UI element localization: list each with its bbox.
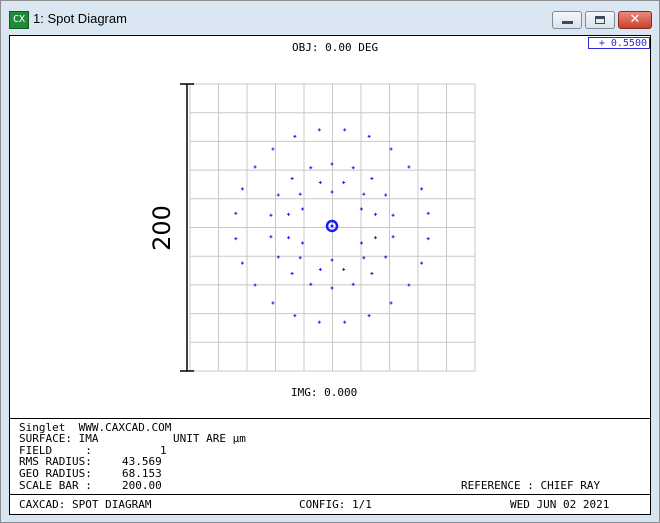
plot-header: OBJ: 0.00 DEG — [292, 41, 379, 54]
spot-point — [420, 187, 424, 191]
spot-point — [240, 187, 244, 191]
spot-point — [330, 162, 334, 166]
app-icon: CX — [9, 11, 29, 29]
spot-point — [290, 271, 294, 275]
spot-point — [407, 165, 411, 169]
scale-bar-label-text: SCALE BAR : — [19, 479, 92, 492]
spot-point — [271, 301, 275, 305]
spot-point — [370, 271, 374, 275]
spot-point — [290, 177, 294, 181]
spot-point — [287, 236, 291, 240]
chief-ray-dot — [330, 224, 334, 228]
scale-bar-label: 200 — [148, 205, 176, 251]
status-config: CONFIG: 1/1 — [299, 498, 372, 511]
spot-point — [420, 261, 424, 265]
spot-point — [318, 181, 322, 185]
status-left: CAXCAD: SPOT DIAGRAM — [19, 498, 152, 511]
close-button[interactable]: ✕ — [618, 11, 652, 29]
spot-point — [391, 235, 395, 239]
spot-point — [359, 241, 363, 245]
spot-point — [287, 212, 291, 216]
spot-point — [330, 286, 334, 290]
maximize-icon — [595, 16, 605, 24]
spot-point — [373, 212, 377, 216]
spot-point — [253, 283, 257, 287]
spot-point — [343, 320, 347, 324]
spot-point — [367, 314, 371, 318]
spot-point — [362, 192, 366, 196]
spot-point — [391, 213, 395, 217]
wavelength-legend: + 0.5500 — [588, 37, 650, 49]
spot-point — [384, 193, 388, 197]
spot-point — [253, 165, 257, 169]
spot-point — [370, 177, 374, 181]
spot-point — [293, 314, 297, 318]
spot-point — [269, 213, 273, 217]
spot-point — [318, 267, 322, 271]
spot-point — [234, 211, 238, 215]
spot-point — [367, 134, 371, 138]
plot-grid — [189, 83, 476, 372]
spot-point — [298, 256, 302, 260]
spot-point — [234, 237, 238, 241]
spot-point — [317, 128, 321, 132]
spot-point — [298, 192, 302, 196]
spot-point — [362, 256, 366, 260]
spot-point — [407, 283, 411, 287]
spot-point — [317, 320, 321, 324]
spot-point — [293, 134, 297, 138]
spot-point — [269, 235, 273, 239]
spot-point — [359, 207, 363, 211]
plot-client-area: 200 + 0.5500 OBJ: 0.00 DEG IMG: 0.000 Si… — [9, 35, 651, 515]
spot-point — [276, 193, 280, 197]
window-title: 1: Spot Diagram — [33, 11, 127, 26]
title-bar[interactable]: CX 1: Spot Diagram ✕ — [1, 1, 659, 35]
spot-point — [426, 237, 430, 241]
spot-point — [426, 211, 430, 215]
spot-point — [342, 267, 346, 271]
scale-bar-value: 200.00 — [122, 479, 162, 492]
spot-point — [342, 181, 346, 185]
spot-point — [330, 258, 334, 262]
spot-point — [373, 236, 377, 240]
unit-label: UNIT ARE µm — [173, 432, 246, 445]
close-icon: ✕ — [629, 12, 641, 27]
spot-diagram-plot: 200 — [148, 83, 476, 372]
info-top-divider — [10, 418, 650, 419]
plot-footer: IMG: 0.000 — [291, 386, 358, 399]
maximize-button[interactable] — [585, 11, 615, 29]
spot-point — [309, 166, 313, 170]
minimize-icon — [562, 21, 573, 24]
reference-label: REFERENCE : CHIEF RAY — [461, 479, 601, 492]
status-divider — [10, 494, 650, 495]
spot-point — [240, 261, 244, 265]
scale-bar: 200 — [148, 83, 194, 372]
spot-point — [330, 190, 334, 194]
spot-point — [343, 128, 347, 132]
spot-point — [351, 166, 355, 170]
spot-diagram-window: CX 1: Spot Diagram ✕ 200 + 0.5500 OBJ: 0… — [0, 0, 660, 523]
status-date: WED JUN 02 2021 — [510, 498, 610, 511]
minimize-button[interactable] — [552, 11, 582, 29]
spot-point — [271, 147, 275, 151]
